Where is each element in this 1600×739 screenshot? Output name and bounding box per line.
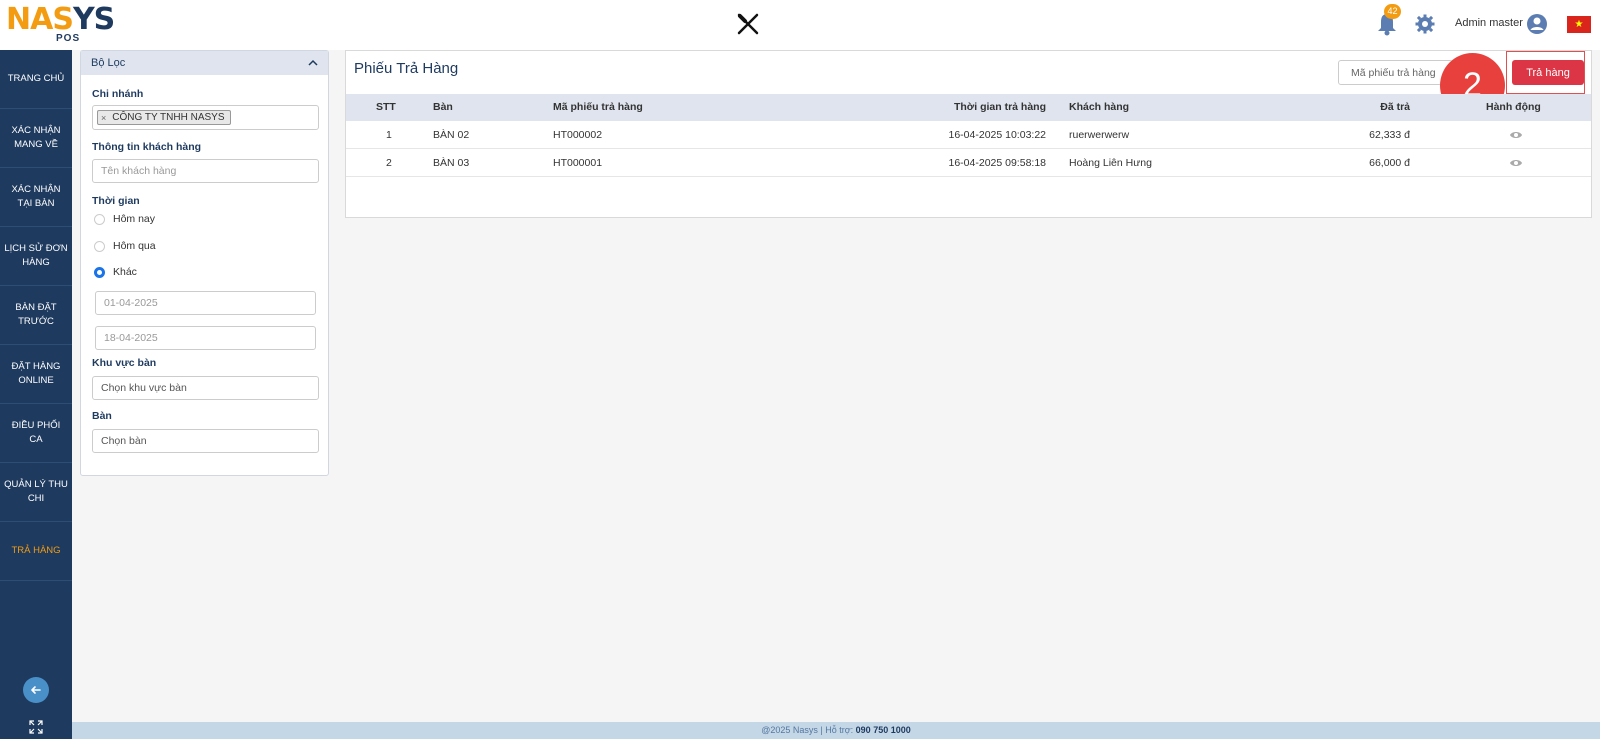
branch-label: Chi nhánh [92,88,144,100]
top-header: NASYS POS 42 Admin master ★ [0,0,1600,50]
row-customer: Hoàng Liên Hưng [1069,157,1152,169]
customer-name-input[interactable]: Tên khách hàng [92,159,319,183]
chevron-up-icon[interactable] [308,58,318,68]
sidebar: TRANG CHỦ XÁC NHẬN MANG VỀ XÁC NHẬN TẠI … [0,50,72,739]
sidebar-item-online-orders[interactable]: ĐẶT HÀNG ONLINE [0,345,72,404]
sidebar-item-order-history[interactable]: LỊCH SỬ ĐƠN HÀNG [0,227,72,286]
area-select[interactable]: Chọn khu vực bàn [92,376,319,400]
radio-button-selected[interactable] [94,266,105,278]
row-table: BÀN 02 [433,129,470,141]
logo-sub: POS [56,33,81,44]
fullscreen-icon[interactable] [28,719,44,735]
date-from-input[interactable]: 01-04-2025 [95,291,316,315]
user-avatar-icon[interactable] [1526,13,1548,35]
area-label: Khu vực bàn [92,357,157,369]
row-paid: 62,333 đ [1369,129,1410,141]
table-header: STT Bàn Mã phiếu trả hàng Thời gian trả … [346,94,1591,121]
return-code-search-input[interactable]: Mã phiếu trả hàng [1338,60,1453,85]
row-paid: 66,000 đ [1369,157,1410,169]
time-option-label: Khác [113,266,137,278]
vietnam-flag-icon[interactable]: ★ [1567,16,1591,33]
radio-button[interactable] [94,240,105,252]
notification-badge: 42 [1384,4,1401,19]
filter-panel: Bộ Lọc Chi nhánh × CÔNG TY TNHH NASYS Th… [80,50,329,476]
row-customer: ruerwerwerw [1069,129,1130,141]
user-name[interactable]: Admin master [1455,17,1523,29]
returns-panel: Phiếu Trả Hàng Mã phiếu trả hàng 2 Trả h… [345,50,1592,218]
radio-button[interactable] [94,213,105,225]
row-time: 16-04-2025 09:58:18 [948,157,1047,169]
nasys-pos-logo[interactable]: NASYS POS [6,2,118,45]
time-option-other[interactable]: Khác [94,266,137,278]
table-row[interactable]: 2 BÀN 03 HT000001 16-04-2025 09:58:18 Ho… [346,149,1591,177]
customer-label: Thông tin khách hàng [92,141,202,153]
support-phone[interactable]: 090 750 1000 [856,725,911,735]
col-return-code: Mã phiếu trả hàng [553,101,643,113]
collapse-sidebar-button[interactable] [23,677,49,703]
col-action: Hành động [1486,101,1541,113]
filter-header[interactable]: Bộ Lọc [81,51,328,75]
table-row[interactable]: 1 BÀN 02 HT000002 16-04-2025 10:03:22 ru… [346,121,1591,149]
utensils-icon[interactable] [736,12,760,36]
time-option-label: Hôm nay [113,213,156,225]
view-eye-icon[interactable] [1509,158,1523,168]
time-option-today[interactable]: Hôm nay [94,213,155,225]
row-time: 16-04-2025 10:03:22 [948,129,1047,141]
time-option-label: Hôm qua [113,240,156,252]
col-paid: Đã trả [1380,101,1410,113]
sidebar-item-home[interactable]: TRANG CHỦ [0,50,72,109]
return-goods-button[interactable]: Trả hàng [1512,60,1584,85]
filter-title: Bộ Lọc [91,57,126,69]
sidebar-item-confirm-at-table[interactable]: XÁC NHẬN TẠI BÀN [0,168,72,227]
sidebar-item-income-expense[interactable]: QUẢN LÝ THU CHI [0,463,72,522]
branch-chip-label: CÔNG TY TNHH NASYS [112,112,225,123]
footer: @2025 Nasys | Hỗ trợ: 090 750 1000 [72,722,1600,739]
col-customer: Khách hàng [1069,101,1130,113]
sidebar-item-returns[interactable]: TRẢ HÀNG [0,522,72,581]
logo-text-c: YS [72,2,115,37]
row-code: HT000001 [553,157,603,169]
branch-select[interactable]: × CÔNG TY TNHH NASYS [92,105,319,130]
row-stt: 1 [386,129,392,141]
sidebar-item-confirm-takeaway[interactable]: XÁC NHẬN MANG VỀ [0,109,72,168]
remove-chip-icon[interactable]: × [101,113,106,123]
branch-chip[interactable]: × CÔNG TY TNHH NASYS [97,110,231,125]
col-stt: STT [376,101,396,113]
sidebar-item-shift-dispatch[interactable]: ĐIỀU PHỐI CA [0,404,72,463]
row-code: HT000002 [553,129,603,141]
table-label: Bàn [92,410,112,422]
row-table: BÀN 03 [433,157,470,169]
sidebar-item-reserved-tables[interactable]: BÀN ĐẶT TRƯỚC [0,286,72,345]
view-eye-icon[interactable] [1509,130,1523,140]
arrow-left-icon [31,686,41,694]
logo-text-b: S [52,2,74,37]
logo-text-a: NA [6,2,53,37]
gear-icon[interactable] [1415,14,1435,34]
table-select[interactable]: Chọn bàn [92,429,319,453]
time-label: Thời gian [92,195,140,207]
page-title: Phiếu Trả Hàng [354,60,459,77]
footer-text: @2025 Nasys | Hỗ trợ: [761,725,856,735]
col-table: Bàn [433,101,453,113]
row-stt: 2 [386,157,392,169]
col-return-time: Thời gian trả hàng [953,101,1046,113]
date-to-input[interactable]: 18-04-2025 [95,326,316,350]
time-option-yesterday[interactable]: Hôm qua [94,240,156,252]
